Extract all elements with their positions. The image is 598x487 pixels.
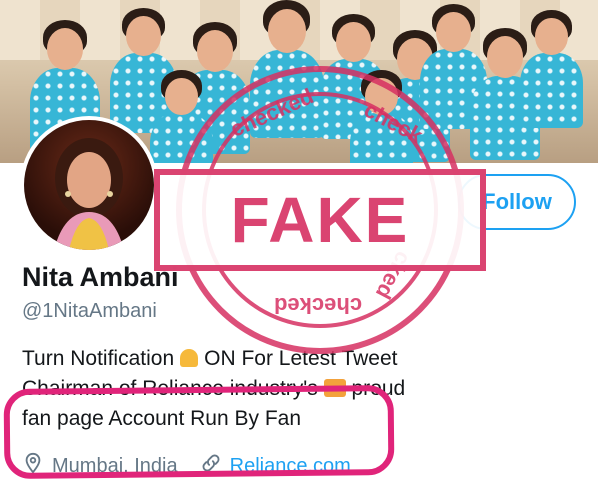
- stamp-text-bottom: checked: [274, 293, 363, 318]
- profile-handle[interactable]: @1NitaAmbani: [22, 300, 157, 323]
- stamp-label: FAKE: [230, 184, 410, 256]
- fake-stamp: checked check checked cked FAKE: [154, 66, 486, 354]
- profile-avatar[interactable]: [20, 116, 158, 254]
- avatar-photo: [24, 120, 154, 250]
- stamp-label-box: FAKE: [154, 169, 486, 271]
- avatar-portrait-illustration: [54, 138, 124, 250]
- bio-highlight-circle: [3, 384, 395, 480]
